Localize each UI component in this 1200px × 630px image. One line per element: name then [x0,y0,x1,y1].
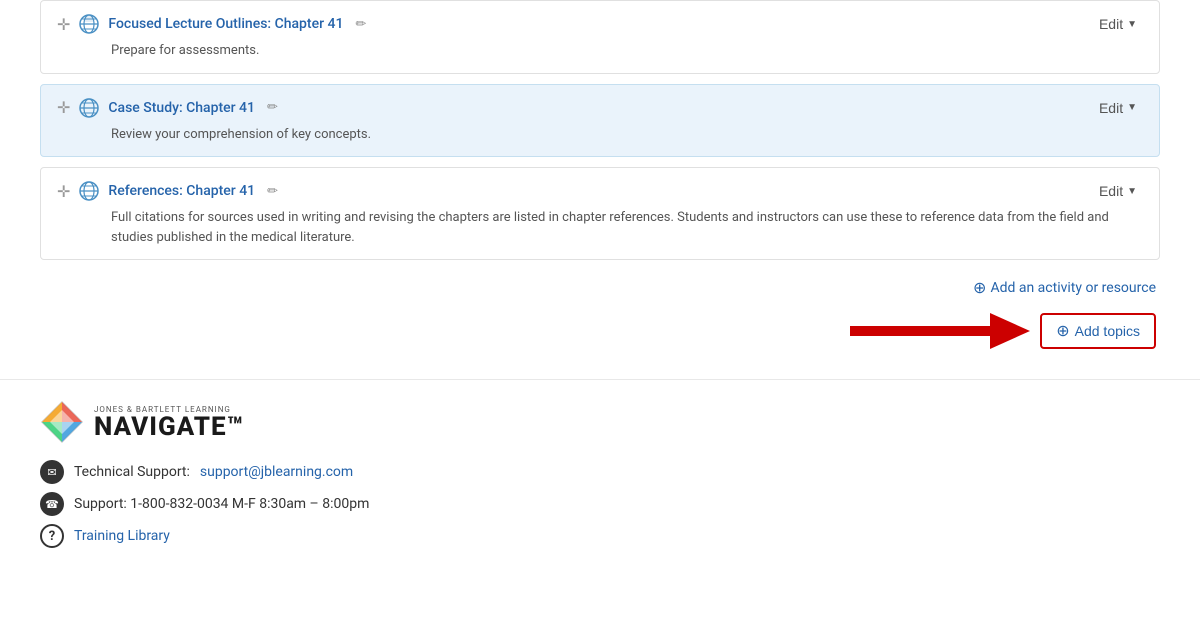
logo-text-block: JONES & BARTLETT LEARNING NAVIGATE™ [94,405,244,440]
edit-label-case-study: Edit [1099,100,1123,116]
globe-icon-focused-lecture [78,13,100,35]
edit-button-references[interactable]: Edit ▼ [1093,181,1143,201]
item-description-references: Full citations for sources used in writi… [111,208,1143,247]
course-item-focused-lecture: ✛ Focused Lecture Outlines: Chapter 41 ✏… [40,0,1160,74]
edit-label-focused-lecture: Edit [1099,16,1123,32]
plus-icon-activity: ⊕ [973,278,986,297]
phone-icon: ☎ [40,492,64,516]
pencil-icon-references[interactable]: ✏ [267,184,278,199]
item-title-references[interactable]: References: Chapter 41 [108,183,255,199]
item-description-focused-lecture: Prepare for assessments. [111,41,1143,61]
footer: JONES & BARTLETT LEARNING NAVIGATE™ ✉ Te… [0,379,1200,568]
actions-area: ⊕ Add an activity or resource ⊕ Add topi… [40,278,1160,349]
globe-icon-case-study [78,97,100,119]
contact-row-email: ✉ Technical Support: support@jblearning.… [40,460,1160,484]
edit-label-references: Edit [1099,183,1123,199]
drag-handle-case-study[interactable]: ✛ [57,98,70,117]
contact-row-training: ? Training Library [40,524,1160,548]
chevron-down-case-study: ▼ [1127,102,1137,113]
support-email-link[interactable]: support@jblearning.com [200,464,353,480]
question-icon: ? [40,524,64,548]
edit-button-focused-lecture[interactable]: Edit ▼ [1093,14,1143,34]
add-topics-row: ⊕ Add topics [850,313,1156,349]
add-topics-button[interactable]: ⊕ Add topics [1040,313,1156,349]
pencil-icon-focused-lecture[interactable]: ✏ [355,17,366,32]
course-item-references: ✛ References: Chapter 41 ✏ Edit ▼ [40,167,1160,260]
course-item-case-study: ✛ Case Study: Chapter 41 ✏ Edit ▼ [40,84,1160,158]
contact-row-phone: ☎ Support: 1-800-832-0034 M-F 8:30am – 8… [40,492,1160,516]
edit-button-case-study[interactable]: Edit ▼ [1093,98,1143,118]
navigate-logo: JONES & BARTLETT LEARNING NAVIGATE™ [40,400,1160,444]
item-title-case-study[interactable]: Case Study: Chapter 41 [108,100,255,116]
email-icon: ✉ [40,460,64,484]
add-activity-label: Add an activity or resource [990,280,1156,296]
add-topics-label: Add topics [1075,323,1140,339]
support-label: Technical Support: [74,464,190,480]
diamond-logo-icon [40,400,84,444]
chevron-down-focused-lecture: ▼ [1127,19,1137,30]
item-title-focused-lecture[interactable]: Focused Lecture Outlines: Chapter 41 [108,16,343,32]
training-library-link[interactable]: Training Library [74,528,170,544]
plus-icon-topics: ⊕ [1056,321,1069,341]
red-arrow [850,313,1030,349]
globe-icon-references [78,180,100,202]
pencil-icon-case-study[interactable]: ✏ [267,100,278,115]
phone-label: Support: 1-800-832-0034 M-F 8:30am – 8:0… [74,496,369,512]
drag-handle-focused-lecture[interactable]: ✛ [57,15,70,34]
add-activity-link[interactable]: ⊕ Add an activity or resource [973,278,1156,297]
chevron-down-references: ▼ [1127,186,1137,197]
drag-handle-references[interactable]: ✛ [57,182,70,201]
footer-contacts: ✉ Technical Support: support@jblearning.… [40,460,1160,548]
logo-big-text: NAVIGATE™ [94,414,244,440]
item-description-case-study: Review your comprehension of key concept… [111,125,1143,145]
